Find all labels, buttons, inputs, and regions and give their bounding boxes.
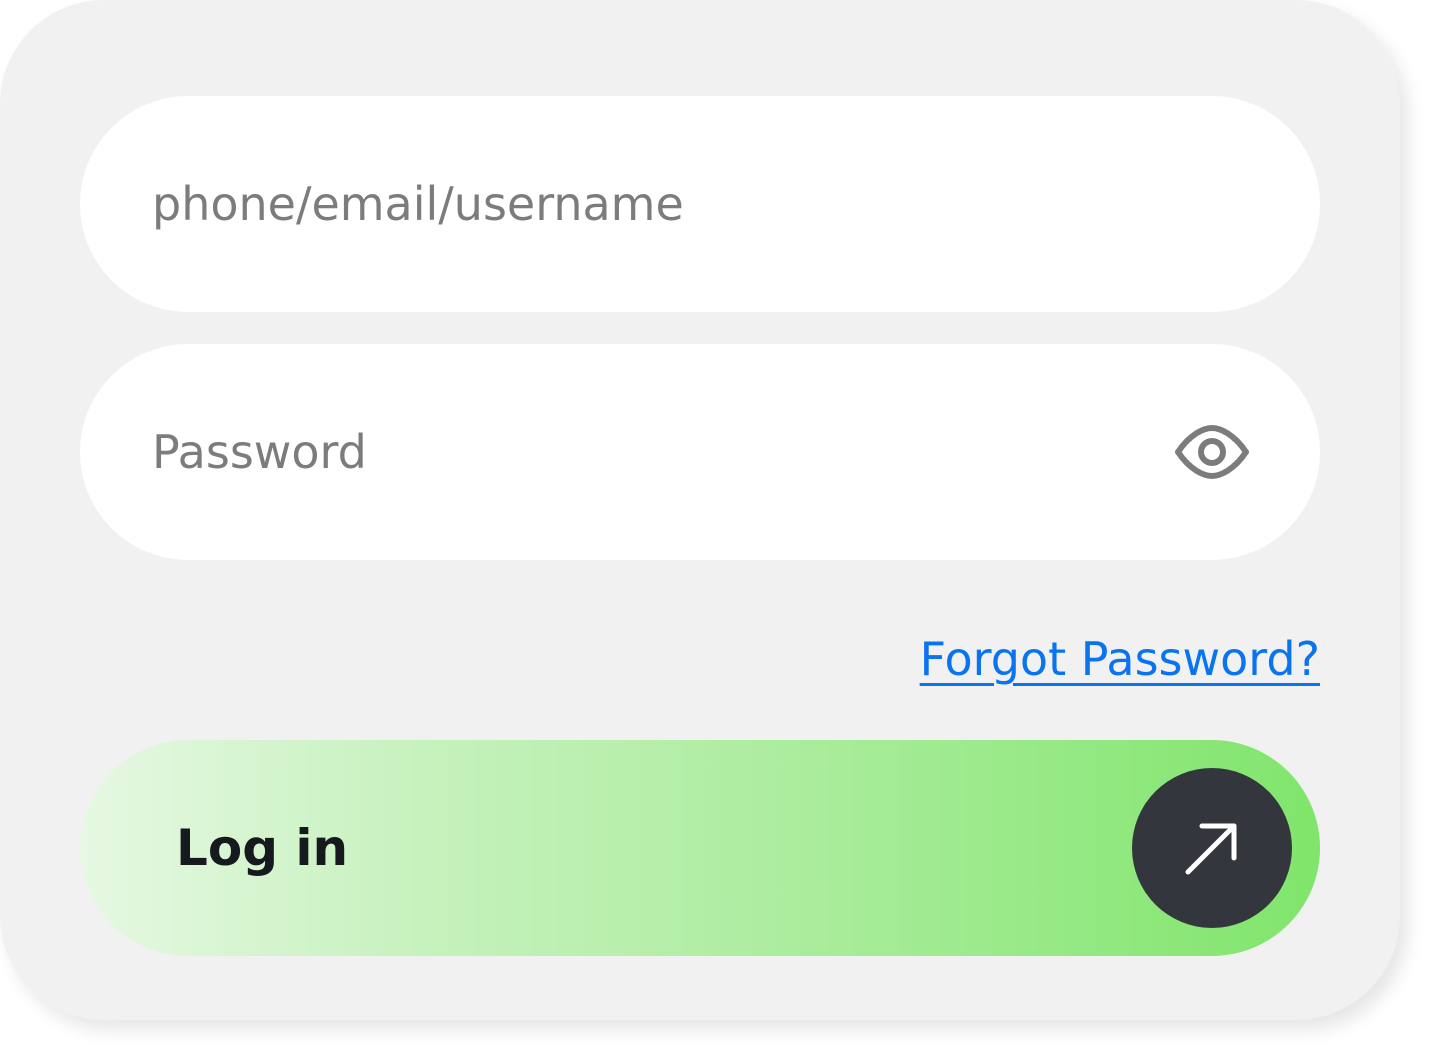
password-field[interactable] bbox=[80, 344, 1320, 560]
login-submit-circle[interactable] bbox=[1132, 768, 1292, 928]
username-input[interactable] bbox=[152, 96, 1152, 312]
arrow-up-right-icon bbox=[1185, 823, 1237, 875]
forgot-password-link[interactable]: Forgot Password? bbox=[920, 632, 1320, 686]
login-button[interactable]: Log in bbox=[80, 740, 1320, 956]
login-card: Forgot Password? Log in bbox=[0, 0, 1400, 1020]
password-input[interactable] bbox=[152, 344, 1152, 560]
username-field[interactable] bbox=[80, 96, 1320, 312]
eye-icon[interactable] bbox=[1174, 424, 1250, 480]
login-button-label: Log in bbox=[176, 819, 349, 877]
